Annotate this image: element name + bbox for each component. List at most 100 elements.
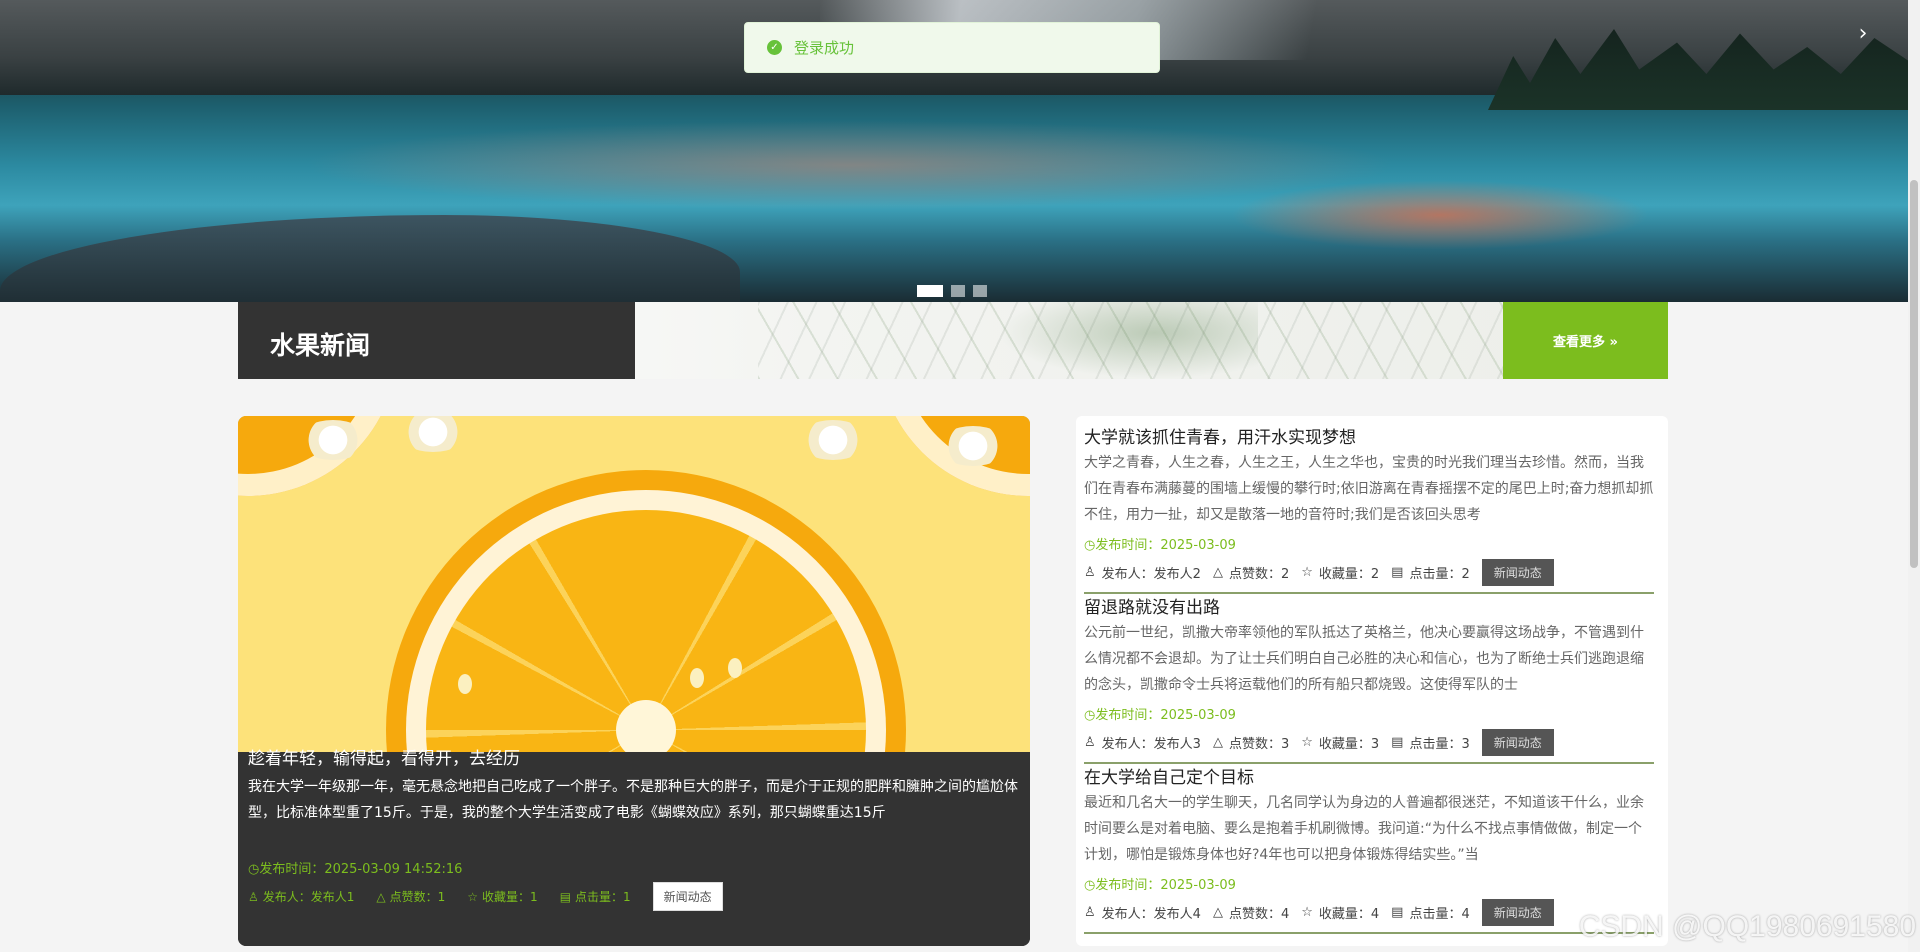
featured-clicks-text: 点击量：1 bbox=[575, 890, 631, 904]
star-icon: ☆ bbox=[1301, 735, 1313, 750]
section-header: 水果新闻 查看更多 » bbox=[238, 302, 1668, 379]
news-category-tag[interactable]: 新闻动态 bbox=[1481, 559, 1554, 586]
section-title: 水果新闻 bbox=[270, 331, 371, 360]
document-icon: ▤ bbox=[1391, 735, 1404, 750]
clock-icon: ◷ bbox=[1084, 708, 1096, 723]
news-meta: ♙ 发布人：发布人3 △ 点赞数：3 ☆ 收藏量：3 ▤ 点击量：3 新闻动态 bbox=[1084, 729, 1654, 756]
featured-news-meta: ♙ 发布人：发布人1 △ 点赞数：1 ☆ 收藏量：1 ▤ 点击量：1 新闻动态 bbox=[248, 882, 723, 911]
news-desc: 大学之青春，人生之春，人生之王，人生之华也，宝贵的时光我们理当去珍惜。然而，当我… bbox=[1084, 455, 1654, 523]
divider bbox=[1084, 762, 1654, 764]
watermark: CSDN @QQ1980691580 bbox=[1578, 910, 1916, 943]
orange-seed bbox=[728, 658, 742, 678]
news-likes: 点赞数：3 bbox=[1228, 737, 1290, 752]
user-icon: ♙ bbox=[248, 890, 259, 904]
news-publisher: 发布人：发布人3 bbox=[1101, 737, 1201, 752]
news-publisher: 发布人：发布人4 bbox=[1101, 907, 1201, 922]
divider bbox=[1084, 592, 1654, 594]
news-publisher: 发布人：发布人2 bbox=[1101, 567, 1201, 582]
news-category-tag[interactable]: 新闻动态 bbox=[1481, 899, 1554, 926]
featured-news-image bbox=[238, 416, 1030, 752]
star-icon: ☆ bbox=[1301, 565, 1313, 580]
leaf-background-accent bbox=[998, 302, 1258, 379]
featured-news-body: 趁着年轻，输得起，看得开，去经历 我在大学一年级那一年，毫无悬念地把自己吃成了一… bbox=[238, 749, 1030, 946]
scrollbar-thumb[interactable] bbox=[1910, 180, 1918, 568]
thumb-up-icon: △ bbox=[1212, 565, 1223, 580]
news-title[interactable]: 留退路就没有出路 bbox=[1084, 596, 1654, 620]
orange-core bbox=[616, 700, 676, 752]
news-item[interactable]: 留退路就没有出路 公元前一世纪，凯撒大帝率领他的军队抵达了英格兰，他决心要赢得这… bbox=[1084, 596, 1654, 756]
carousel-dot-3[interactable] bbox=[973, 285, 987, 297]
toast-message: 登录成功 bbox=[794, 39, 855, 57]
news-clicks: 点击量：2 bbox=[1409, 567, 1470, 582]
document-icon: ▤ bbox=[559, 890, 572, 904]
user-icon: ♙ bbox=[1084, 565, 1096, 580]
featured-category-tag[interactable]: 新闻动态 bbox=[652, 882, 723, 911]
clock-icon: ◷ bbox=[1084, 878, 1096, 893]
news-favorites: 收藏量：4 bbox=[1318, 907, 1380, 922]
news-meta: ♙ 发布人：发布人2 △ 点赞数：2 ☆ 收藏量：2 ▤ 点击量：2 新闻动态 bbox=[1084, 559, 1654, 586]
view-more-button[interactable]: 查看更多 » bbox=[1503, 302, 1668, 379]
thumb-up-icon: △ bbox=[1212, 735, 1223, 750]
orange-seed bbox=[458, 674, 472, 694]
news-time-text: 发布时间：2025-03-09 bbox=[1095, 538, 1236, 553]
featured-news-time: ◷发布时间：2025-03-09 14:52:16 bbox=[248, 858, 462, 877]
news-title[interactable]: 在大学给自己定个目标 bbox=[1084, 766, 1654, 790]
news-time: ◷发布时间：2025-03-09 bbox=[1084, 874, 1654, 893]
featured-news-desc: 我在大学一年级那一年，毫无悬念地把自己吃成了一个胖子。不是那种巨大的胖子，而是介… bbox=[248, 779, 1018, 821]
banner-reflection-2 bbox=[1230, 180, 1650, 250]
news-item[interactable]: 大学就该抓住青春，用汗水实现梦想 大学之青春，人生之春，人生之王，人生之华也，宝… bbox=[1084, 426, 1654, 586]
divider bbox=[1084, 932, 1654, 934]
news-favorites: 收藏量：3 bbox=[1318, 737, 1380, 752]
featured-favorites-text: 收藏量：1 bbox=[482, 890, 538, 904]
news-time-text: 发布时间：2025-03-09 bbox=[1095, 708, 1236, 723]
news-likes: 点赞数：2 bbox=[1228, 567, 1290, 582]
news-clicks: 点击量：3 bbox=[1409, 737, 1470, 752]
clock-icon: ◷ bbox=[248, 862, 260, 877]
featured-publisher: ♙ 发布人：发布人1 bbox=[248, 888, 354, 905]
carousel-dot-2[interactable] bbox=[951, 285, 965, 297]
news-desc: 公元前一世纪，凯撒大帝率领他的军队抵达了英格兰，他决心要赢得这场战争，不管遇到什… bbox=[1084, 625, 1644, 693]
flower-decoration bbox=[298, 420, 368, 460]
news-item[interactable]: 在大学给自己定个目标 最近和几名大一的学生聊天，几名同学认为身边的人普遍都很迷茫… bbox=[1084, 766, 1654, 926]
star-icon: ☆ bbox=[467, 890, 479, 904]
chevron-right-icon[interactable]: › bbox=[1848, 22, 1878, 46]
news-favorites: 收藏量：2 bbox=[1318, 567, 1380, 582]
clock-icon: ◷ bbox=[1084, 538, 1096, 553]
star-icon: ☆ bbox=[1301, 905, 1313, 920]
check-circle-icon: ✓ bbox=[767, 40, 782, 55]
section-title-box: 水果新闻 bbox=[238, 302, 635, 379]
news-time: ◷发布时间：2025-03-09 bbox=[1084, 534, 1654, 553]
document-icon: ▤ bbox=[1391, 905, 1404, 920]
carousel-indicators bbox=[917, 285, 987, 297]
thumb-up-icon: △ bbox=[376, 890, 386, 904]
thumb-up-icon: △ bbox=[1212, 905, 1223, 920]
carousel-dot-1[interactable] bbox=[917, 285, 943, 297]
featured-news-title[interactable]: 趁着年轻，输得起，看得开，去经历 bbox=[248, 744, 520, 769]
login-success-toast: ✓ 登录成功 bbox=[744, 22, 1160, 73]
orange-seed bbox=[690, 668, 704, 688]
news-likes: 点赞数：4 bbox=[1228, 907, 1290, 922]
featured-likes: △ 点赞数：1 bbox=[376, 888, 445, 905]
page-scrollbar[interactable] bbox=[1908, 0, 1920, 952]
news-category-tag[interactable]: 新闻动态 bbox=[1481, 729, 1554, 756]
featured-likes-text: 点赞数：1 bbox=[389, 890, 446, 904]
news-title[interactable]: 大学就该抓住青春，用汗水实现梦想 bbox=[1084, 426, 1654, 450]
news-time: ◷发布时间：2025-03-09 bbox=[1084, 704, 1654, 723]
flower-decoration bbox=[398, 416, 468, 452]
featured-favorites: ☆ 收藏量：1 bbox=[467, 888, 537, 905]
featured-time-text: 发布时间：2025-03-09 14:52:16 bbox=[259, 862, 463, 877]
news-meta: ♙ 发布人：发布人4 △ 点赞数：4 ☆ 收藏量：4 ▤ 点击量：4 新闻动态 bbox=[1084, 899, 1654, 926]
user-icon: ♙ bbox=[1084, 735, 1096, 750]
news-time-text: 发布时间：2025-03-09 bbox=[1095, 878, 1236, 893]
news-desc: 最近和几名大一的学生聊天，几名同学认为身边的人普遍都很迷茫，不知道该干什么，业余… bbox=[1084, 795, 1644, 863]
featured-publisher-text: 发布人：发布人1 bbox=[262, 890, 355, 904]
news-list: 大学就该抓住青春，用汗水实现梦想 大学之青春，人生之春，人生之王，人生之华也，宝… bbox=[1076, 416, 1668, 946]
flower-decoration bbox=[938, 426, 1008, 466]
user-icon: ♙ bbox=[1084, 905, 1096, 920]
featured-clicks: ▤ 点击量：1 bbox=[560, 888, 631, 905]
document-icon: ▤ bbox=[1391, 565, 1404, 580]
banner-rock bbox=[0, 215, 740, 302]
flower-decoration bbox=[798, 420, 868, 460]
news-clicks: 点击量：4 bbox=[1409, 907, 1470, 922]
featured-news-card[interactable]: 趁着年轻，输得起，看得开，去经历 我在大学一年级那一年，毫无悬念地把自己吃成了一… bbox=[238, 416, 1030, 946]
